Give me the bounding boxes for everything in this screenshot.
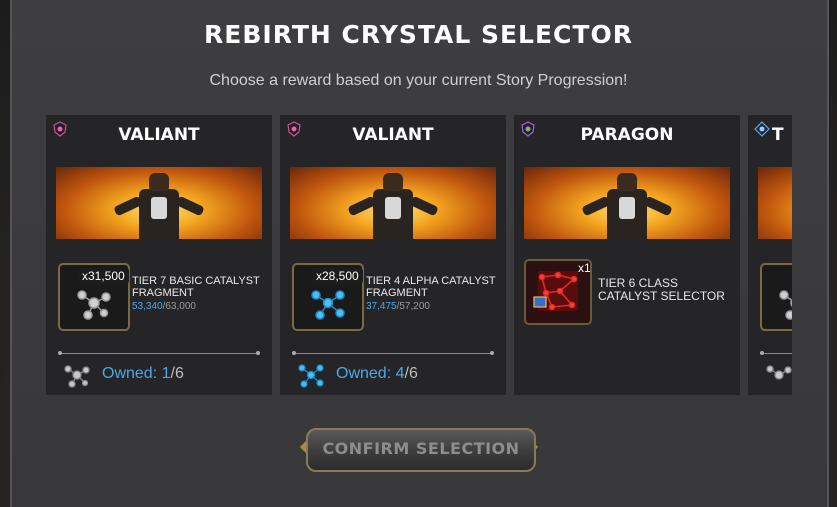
champion-banner: [758, 167, 792, 239]
basic-catalyst-icon: [77, 290, 111, 320]
class-catalyst-selector-icon: [533, 271, 578, 311]
basic-catalyst-icon: [779, 290, 792, 320]
item-owned-count: 53,340/63,000: [132, 301, 196, 312]
basic-catalyst-icon: [64, 365, 90, 388]
confirm-selection-button[interactable]: CONFIRM SELECTION: [299, 422, 539, 476]
reward-card-valiant-2[interactable]: VALIANT x28,500 TIER 4 ALPHA CATALYST FR…: [280, 115, 506, 395]
item-frame: x28,500: [292, 263, 364, 331]
champion-banner: [524, 167, 730, 239]
alpha-catalyst-icon: [311, 290, 345, 320]
alpha-catalyst-icon: [298, 364, 324, 388]
owned-text: Owned: 4/6: [336, 365, 418, 382]
card-title: PARAGON: [580, 125, 674, 145]
item-quantity: x28,500: [312, 268, 363, 284]
champion-banner: [56, 167, 262, 239]
card-title: VALIANT: [118, 125, 200, 145]
card-title: T: [772, 125, 784, 145]
thronebreaker-crest-icon: [754, 121, 770, 137]
confirm-button-label: CONFIRM SELECTION: [322, 439, 520, 458]
reward-card-paragon[interactable]: PARAGON x1 TIER 6 CLASS CATALYST SELECTO…: [514, 115, 740, 395]
item-quantity: x31,500: [78, 268, 129, 284]
owned-row: [762, 360, 792, 390]
reward-cards: VALIANT x31,500 TIER 7 BASIC CATALYST FR…: [46, 115, 792, 395]
page-title: REBIRTH CRYSTAL SELECTOR: [204, 20, 633, 49]
item-name: TIER 4 ALPHA CATALYST FRAGMENT: [366, 275, 496, 299]
item-name: TIER 6 CLASS CATALYST SELECTOR: [598, 276, 725, 303]
owned-row: Owned: 1/6: [60, 360, 260, 390]
divider: [292, 351, 494, 355]
item-frame: [760, 263, 792, 331]
champion-banner: [290, 167, 496, 239]
basic-catalyst-icon: [766, 365, 792, 380]
owned-row: Owned: 4/6: [294, 360, 494, 390]
item-quantity: x1: [578, 261, 591, 275]
page-subtitle: Choose a reward based on your current St…: [209, 72, 628, 89]
confirm-button-body[interactable]: CONFIRM SELECTION: [306, 428, 536, 472]
item-owned-count: 37,475/57,200: [366, 301, 430, 312]
reward-card-valiant-1[interactable]: VALIANT x31,500 TIER 7 BASIC CATALYST FR…: [46, 115, 272, 395]
reward-card-thronebreaker[interactable]: T: [748, 115, 792, 395]
divider: [58, 351, 260, 355]
divider: [760, 351, 792, 355]
item-name: TIER 7 BASIC CATALYST FRAGMENT: [132, 275, 260, 299]
item-frame: x31,500: [58, 263, 130, 331]
card-title: VALIANT: [352, 125, 434, 145]
owned-text: Owned: 1/6: [102, 365, 184, 382]
